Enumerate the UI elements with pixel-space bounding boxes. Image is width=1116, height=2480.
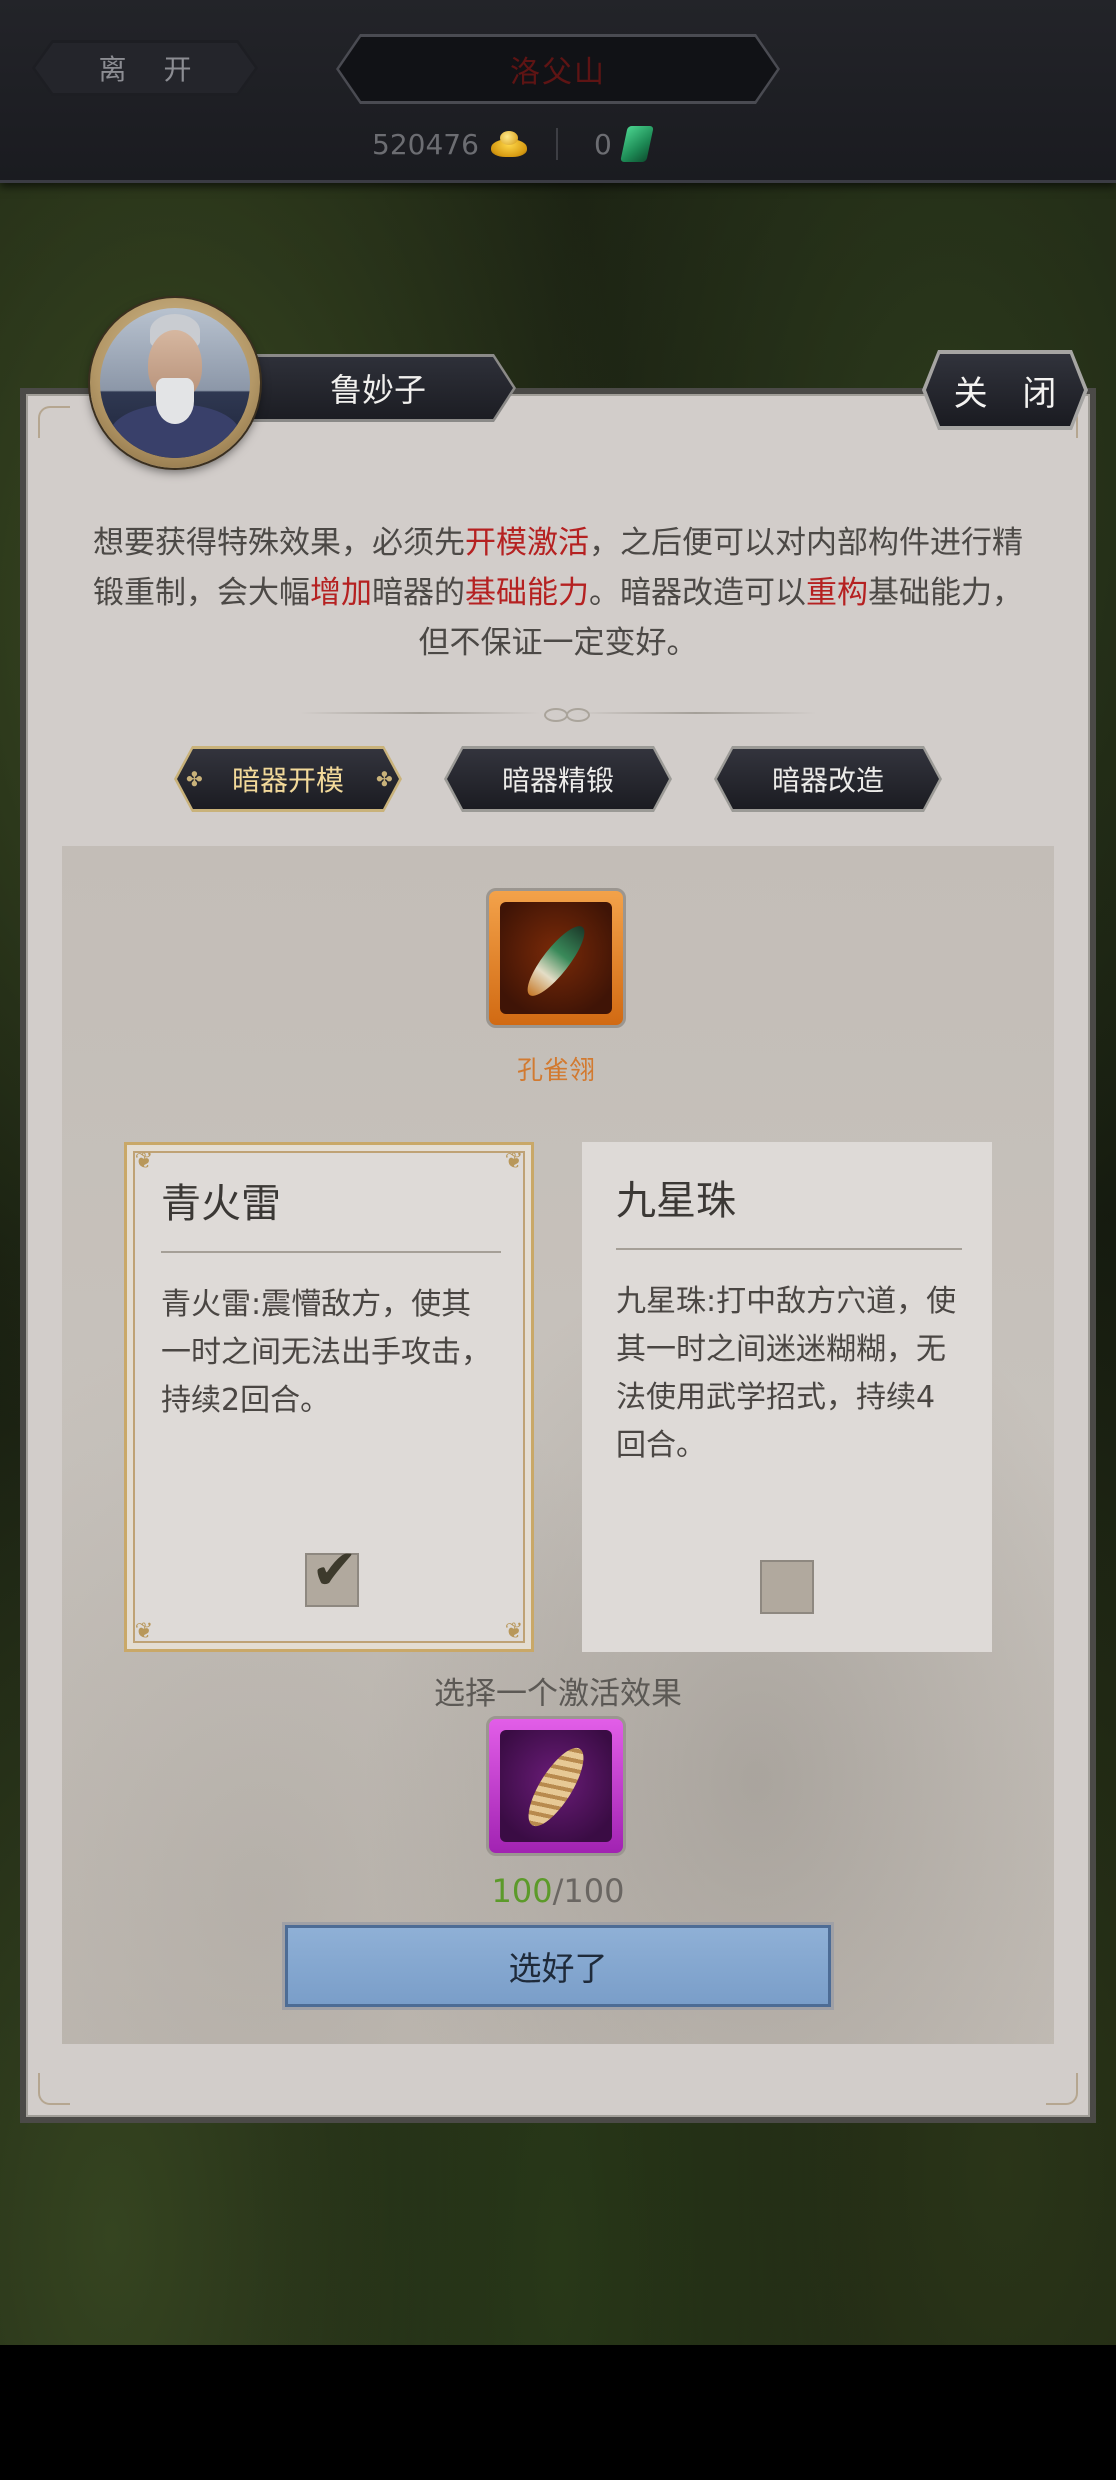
tab-label: 暗器精锻	[501, 764, 614, 797]
corner-ornament	[38, 406, 70, 438]
close-button[interactable]: 关 闭	[922, 350, 1088, 430]
tab-ornament-icon: ✤	[186, 767, 203, 791]
leave-button[interactable]: 离 开	[32, 40, 258, 96]
description-text: 想要获得特殊效果，必须先开模激活，之后便可以对内部构件进行精锻重制，会大幅增加暗…	[90, 518, 1026, 668]
top-bar: 离 开 洛父山 520476 0	[0, 0, 1116, 183]
tab-refine[interactable]: 暗器精锻	[444, 746, 672, 812]
tab-ornament-icon: ✤	[376, 767, 393, 791]
confirm-button-label: 选好了	[508, 1949, 608, 1988]
corner-ornament	[1046, 2073, 1078, 2105]
material-slot[interactable]	[486, 1716, 626, 1856]
material-have: 100	[491, 1872, 553, 1910]
leave-button-label: 离 开	[98, 53, 206, 86]
location-name: 洛父山	[510, 55, 606, 90]
select-prompt: 选择一个激活效果	[434, 1676, 682, 1712]
currency-divider	[556, 128, 558, 160]
description-segment: 暗器的	[372, 575, 465, 611]
checkmark-icon: ✔	[311, 1538, 358, 1603]
npc-avatar	[90, 298, 260, 468]
highlighted-text: 增加	[310, 575, 372, 611]
corner-ornament	[38, 2073, 70, 2105]
effect-description: 青火雷:震懵敌方，使其一时之间无法出手攻击，持续2回合。	[161, 1287, 491, 1418]
material-need: /100	[552, 1872, 625, 1910]
highlighted-text: 重构	[806, 575, 868, 611]
effect-description: 九星珠:打中敌方穴道，使其一时之间迷迷糊糊，无法使用武学招式，持续4回合。	[616, 1284, 957, 1463]
corner-ornament-icon: ❦	[504, 1149, 524, 1174]
title-rule	[616, 1248, 962, 1250]
effect-title: 九星珠	[616, 1178, 736, 1224]
description-segment: 。暗器改造可以	[589, 575, 806, 611]
close-button-label: 关 闭	[953, 373, 1069, 414]
tab-label: 暗器开模	[231, 764, 344, 797]
gold-ingot-icon	[489, 129, 529, 159]
title-rule	[161, 1251, 501, 1253]
jade-amount: 0	[594, 127, 612, 161]
gold-amount: 520476	[372, 127, 479, 161]
corner-ornament-icon: ❦	[134, 1149, 154, 1174]
corner-ornament-icon: ❦	[504, 1619, 524, 1644]
corner-ornament-icon: ❦	[134, 1619, 154, 1644]
effect-title: 青火雷	[161, 1181, 281, 1227]
silk-cocoon-icon	[500, 1730, 612, 1842]
confirm-button[interactable]: 选好了	[282, 1922, 834, 2010]
effect-checkbox[interactable]	[760, 1560, 814, 1614]
effect-card-qinghuolei[interactable]: ❦ ❦ ❦ ❦ 青火雷 青火雷:震懵敌方，使其一时之间无法出手攻击，持续2回合。…	[124, 1142, 534, 1652]
npc-name: 鲁妙子	[329, 371, 426, 409]
jade-display: 0	[594, 124, 654, 164]
bottom-bar	[0, 2345, 1116, 2480]
highlighted-text: 基础能力	[465, 575, 589, 611]
weapon-name: 孔雀翎	[516, 1056, 595, 1086]
effect-checkbox[interactable]: ✔	[305, 1543, 359, 1607]
jade-icon	[620, 126, 654, 162]
tab-open-mold[interactable]: 暗器开模 ✤ ✤	[174, 746, 402, 812]
material-count: 100/100	[458, 1872, 658, 1910]
gold-display: 520476	[372, 124, 529, 164]
tab-modify[interactable]: 暗器改造	[714, 746, 942, 812]
effect-card-jiuxingzhu[interactable]: 九星珠 九星珠:打中敌方穴道，使其一时之间迷迷糊糊，无法使用武学招式，持续4回合…	[582, 1142, 992, 1652]
location-banner: 洛父山	[336, 34, 780, 104]
tab-label: 暗器改造	[771, 764, 884, 797]
description-segment: 想要获得特殊效果，必须先	[93, 525, 465, 561]
weapon-slot[interactable]	[486, 888, 626, 1028]
ornamental-divider	[300, 706, 816, 722]
highlighted-text: 开模激活	[465, 525, 589, 561]
peacock-feather-icon	[500, 902, 612, 1014]
